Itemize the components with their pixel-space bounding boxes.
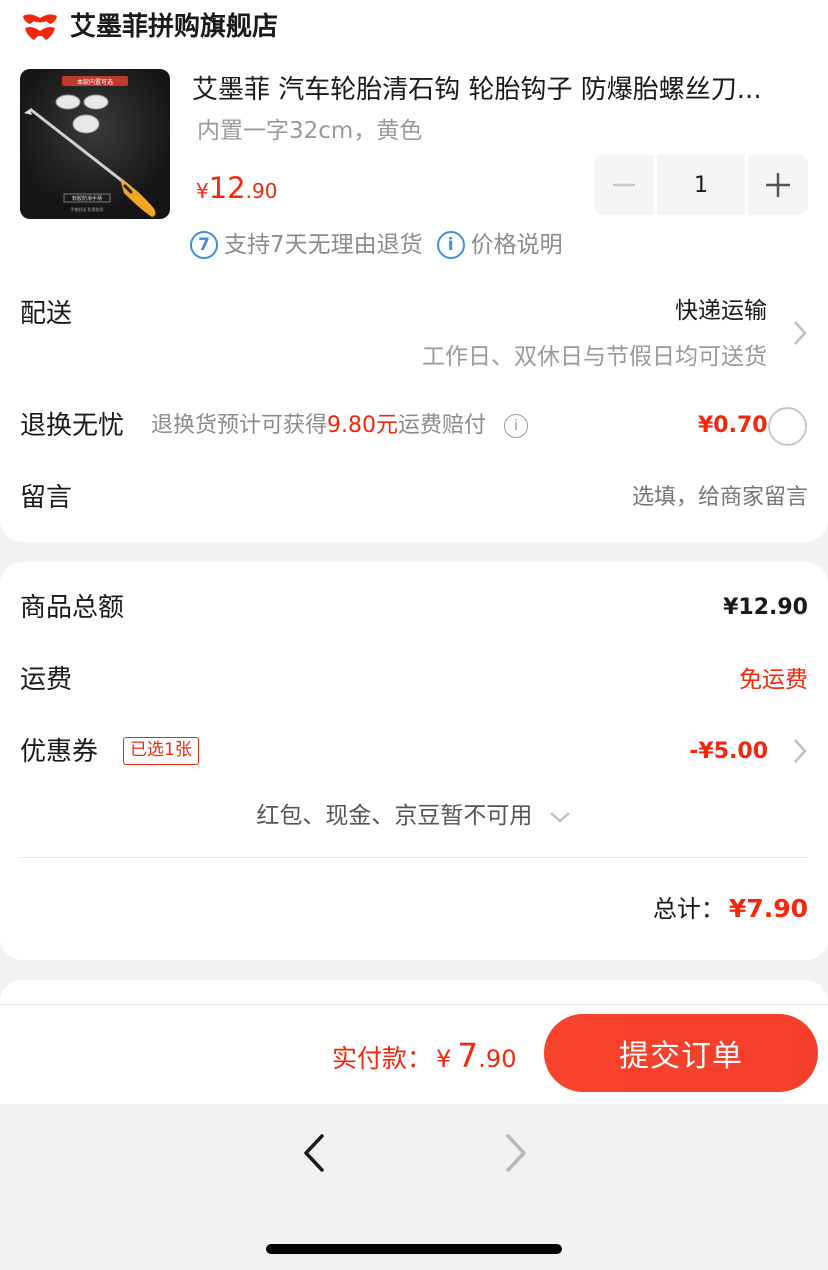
return-desc-suffix: 运费赔付 [398,413,487,438]
return-desc-prefix: 退换货预计可获得 [151,413,328,438]
thumb-caption-bottom: 软胶防滑手柄 [72,195,102,202]
seven-day-return-text[interactable]: 支持7天无理由退货 [224,229,423,261]
product-price: ¥12.90 [196,168,277,213]
chevron-right-icon[interactable] [791,736,809,766]
chevron-left-icon[interactable] [296,1130,336,1176]
product-thumbnail[interactable]: 本款内置可选 软胶防滑手柄 手感舒适 防滑耐用 [20,69,170,219]
return-insurance-desc: 退换货预计可获得 9.80元 运费赔付 i [151,410,529,442]
plus-icon [766,173,790,197]
shop-name[interactable]: 艾墨菲拼购旗舰店 [70,10,278,44]
shipping-label: 运费 [20,665,73,695]
quantity-stepper: 1 [594,155,808,215]
price-integer: 12 [208,171,246,205]
decrease-quantity-button[interactable] [594,155,654,215]
submit-order-button[interactable]: 提交订单 [544,1014,818,1092]
goods-total-value: ¥12.90 [723,595,808,620]
total-label: 总计： [652,895,725,923]
divider [20,857,808,858]
info-icon[interactable]: i [504,414,529,438]
price-explanation-link[interactable]: 价格说明 [471,229,563,261]
coupon-label[interactable]: 优惠券 [20,734,98,770]
delivery-note[interactable]: 工作日、双休日与节假日均可送货 [422,340,767,374]
seven-day-return-icon: 7 [190,231,218,259]
amount-payable-integer: 7 [457,1036,479,1075]
minus-icon [613,183,635,187]
service-tags: 7 支持7天无理由退货 i 价格说明 [190,229,563,261]
total-row: 总计： ¥7.90 [653,892,808,926]
redpack-unavailable-row[interactable]: 红包、现金、京豆暂不可用 [0,800,828,832]
chevron-right-icon[interactable] [496,1130,536,1176]
message-input[interactable] [488,482,808,514]
product-spec[interactable]: 内置一字32cm，黄色 [197,115,422,147]
amount-payable-label: 实付款： [332,1044,433,1073]
product-image: 本款内置可选 软胶防滑手柄 手感舒适 防滑耐用 [24,76,156,217]
thumb-caption-small: 手感舒适 防滑耐用 [70,206,103,212]
thumb-caption-top: 本款内置可选 [77,78,113,86]
price-decimal: .90 [245,179,278,203]
return-insurance-radio[interactable] [768,407,807,446]
return-insurance-price: ¥0.70 [698,413,768,438]
coupon-selected-badge: 已选1张 [123,737,199,765]
shipping-value: 免运费 [739,667,808,693]
info-icon: i [436,231,465,259]
goods-total-label: 商品总额 [20,593,125,623]
home-indicator[interactable] [266,1244,562,1254]
coupon-value[interactable]: -¥5.00 [689,736,768,768]
return-desc-amount: 9.80元 [327,413,399,438]
return-insurance-label: 退换无忧 [20,411,125,441]
amount-payable: 实付款： ¥7.90 [332,1036,516,1079]
amount-payable-currency: ¥ [436,1045,452,1073]
chevron-right-icon[interactable] [791,318,809,348]
delivery-label: 配送 [20,299,73,329]
total-value: ¥7.90 [728,894,808,923]
amount-payable-decimal: .90 [478,1045,517,1073]
price-currency: ¥ [196,179,209,203]
redpack-unavailable-text: 红包、现金、京豆暂不可用 [256,803,533,829]
message-label: 留言 [20,483,73,513]
chevron-down-icon [549,811,570,823]
product-title[interactable]: 艾墨菲 汽车轮胎清石钩 轮胎钩子 防爆胎螺丝刀... [192,72,812,108]
quantity-value[interactable]: 1 [657,155,745,215]
increase-quantity-button[interactable] [748,155,808,215]
store-logo-icon [23,14,57,40]
delivery-method[interactable]: 快递运输 [675,294,767,328]
